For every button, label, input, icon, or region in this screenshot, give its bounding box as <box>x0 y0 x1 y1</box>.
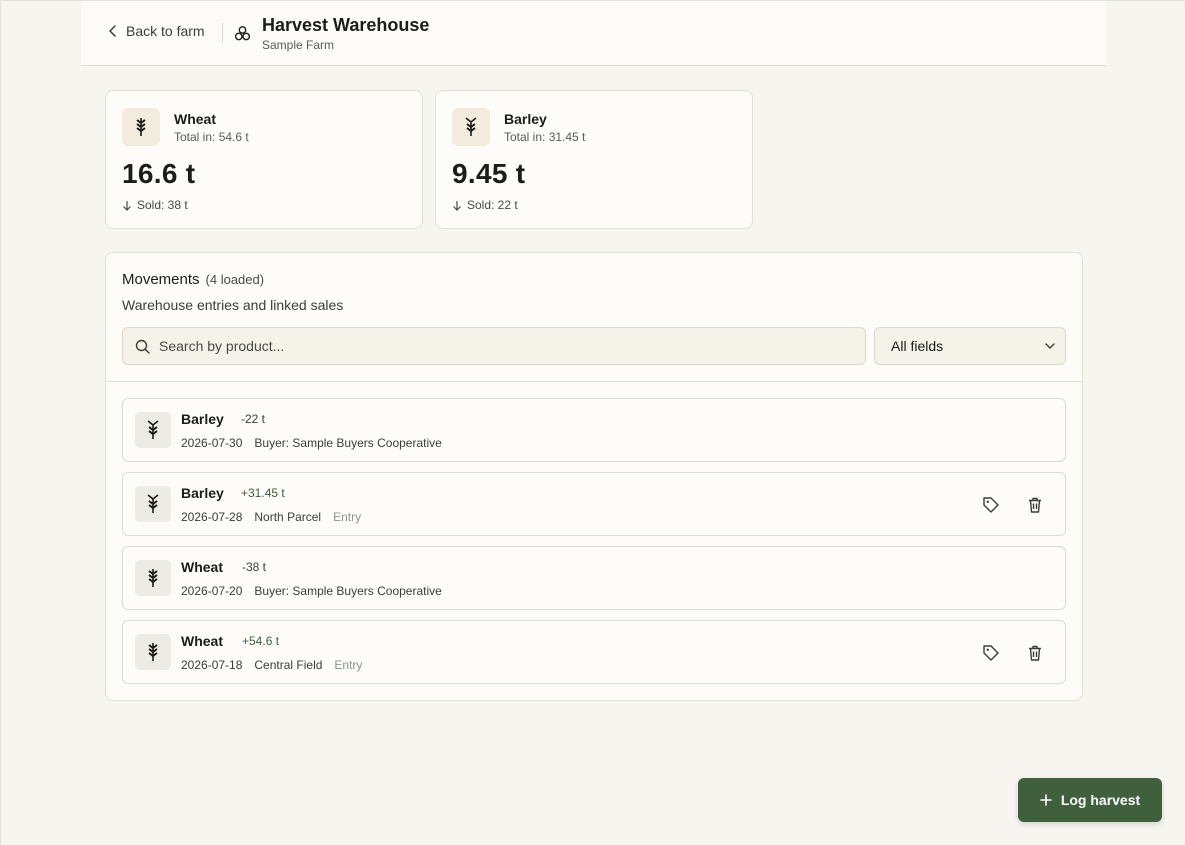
stock-sold: Sold: 38 t <box>122 198 188 212</box>
movement-product: Wheat <box>181 633 223 649</box>
movements-panel: Movements (4 loaded) Warehouse entries an… <box>105 252 1083 701</box>
back-to-farm-link[interactable]: Back to farm <box>108 23 205 39</box>
search-input[interactable] <box>159 338 839 354</box>
movement-delta: -22 t <box>241 412 266 426</box>
page-title: Harvest Warehouse <box>262 15 430 35</box>
movement-row[interactable]: Wheat -38 t 2026-07-20 Buyer: Sample Buy… <box>122 546 1066 610</box>
trash-icon[interactable] <box>1026 644 1044 662</box>
page-header: Back to farm Harvest Warehouse Sample Fa… <box>81 1 1106 66</box>
stock-total: Total in: 31.45 t <box>504 130 586 144</box>
movement-date: 2026-07-30 <box>181 436 243 450</box>
page-subtitle: Sample Farm <box>262 38 335 52</box>
arrow-down-icon <box>453 200 461 211</box>
movement-location: North Parcel <box>254 510 322 524</box>
stock-name: Barley <box>504 111 547 127</box>
back-label: Back to farm <box>126 23 205 39</box>
panel-divider <box>106 381 1082 382</box>
chevron-left-icon <box>109 25 116 37</box>
stock-sold: Sold: 22 t <box>452 198 518 212</box>
stock-sold-label: Sold: 22 t <box>467 198 518 212</box>
search-icon <box>135 339 150 354</box>
movement-date: 2026-07-28 <box>181 510 243 524</box>
barley-icon <box>135 412 171 448</box>
header-divider <box>222 23 223 43</box>
stock-quantity: 9.45 t <box>452 158 526 189</box>
movements-description: Warehouse entries and linked sales <box>122 297 344 313</box>
tag-icon[interactable] <box>982 644 1000 662</box>
log-harvest-label: Log harvest <box>1060 792 1141 808</box>
stock-quantity: 16.6 t <box>122 158 196 189</box>
movements-count: (4 loaded) <box>205 272 265 287</box>
movement-product: Barley <box>181 485 224 501</box>
movement-product: Barley <box>181 411 224 427</box>
movement-entry-tag: Entry <box>334 658 363 672</box>
movement-location: Central Field <box>254 658 323 672</box>
movement-location: Buyer: Sample Buyers Cooperative <box>254 584 442 598</box>
movement-delta: +54.6 t <box>242 634 280 648</box>
field-filter-select[interactable]: All fields <box>874 327 1066 365</box>
warehouse-logo-icon <box>234 26 251 41</box>
barley-icon <box>135 486 171 522</box>
movement-meta: 2026-07-30 Buyer: Sample Buyers Cooperat… <box>181 436 442 450</box>
chevron-down-icon <box>1045 342 1055 349</box>
tag-icon[interactable] <box>982 496 1000 514</box>
movement-meta: 2026-07-18 Central Field Entry <box>181 658 362 672</box>
movement-location: Buyer: Sample Buyers Cooperative <box>254 436 442 450</box>
stock-card-barley: Barley Total in: 31.45 t 9.45 t Sold: 22… <box>435 90 753 229</box>
movement-date: 2026-07-20 <box>181 584 243 598</box>
search-box[interactable] <box>122 327 866 365</box>
stock-name: Wheat <box>174 111 216 127</box>
movement-product: Wheat <box>181 559 223 575</box>
movements-title-label: Movements <box>122 271 200 288</box>
stock-sold-label: Sold: 38 t <box>137 198 188 212</box>
movement-row[interactable]: Barley -22 t 2026-07-30 Buyer: Sample Bu… <box>122 398 1066 462</box>
wheat-icon <box>135 560 171 596</box>
stock-total: Total in: 54.6 t <box>174 130 249 144</box>
barley-icon <box>452 108 490 146</box>
movement-meta: 2026-07-28 North Parcel Entry <box>181 510 361 524</box>
stock-card-wheat: Wheat Total in: 54.6 t 16.6 t Sold: 38 t <box>105 90 423 229</box>
movement-delta: +31.45 t <box>241 486 285 500</box>
movement-meta: 2026-07-20 Buyer: Sample Buyers Cooperat… <box>181 584 442 598</box>
movement-delta: -38 t <box>242 560 267 574</box>
movement-row[interactable]: Wheat +54.6 t 2026-07-18 Central Field E… <box>122 620 1066 684</box>
field-filter-value: All fields <box>891 338 944 354</box>
wheat-icon <box>122 108 160 146</box>
wheat-icon <box>135 634 171 670</box>
movement-row[interactable]: Barley +31.45 t 2026-07-28 North Parcel … <box>122 472 1066 536</box>
trash-icon[interactable] <box>1026 496 1044 514</box>
log-harvest-button[interactable]: Log harvest <box>1018 778 1162 822</box>
movement-date: 2026-07-18 <box>181 658 243 672</box>
arrow-down-icon <box>123 200 131 211</box>
plus-icon <box>1040 794 1052 806</box>
movement-entry-tag: Entry <box>333 510 362 524</box>
movements-title: Movements (4 loaded) <box>122 271 264 288</box>
